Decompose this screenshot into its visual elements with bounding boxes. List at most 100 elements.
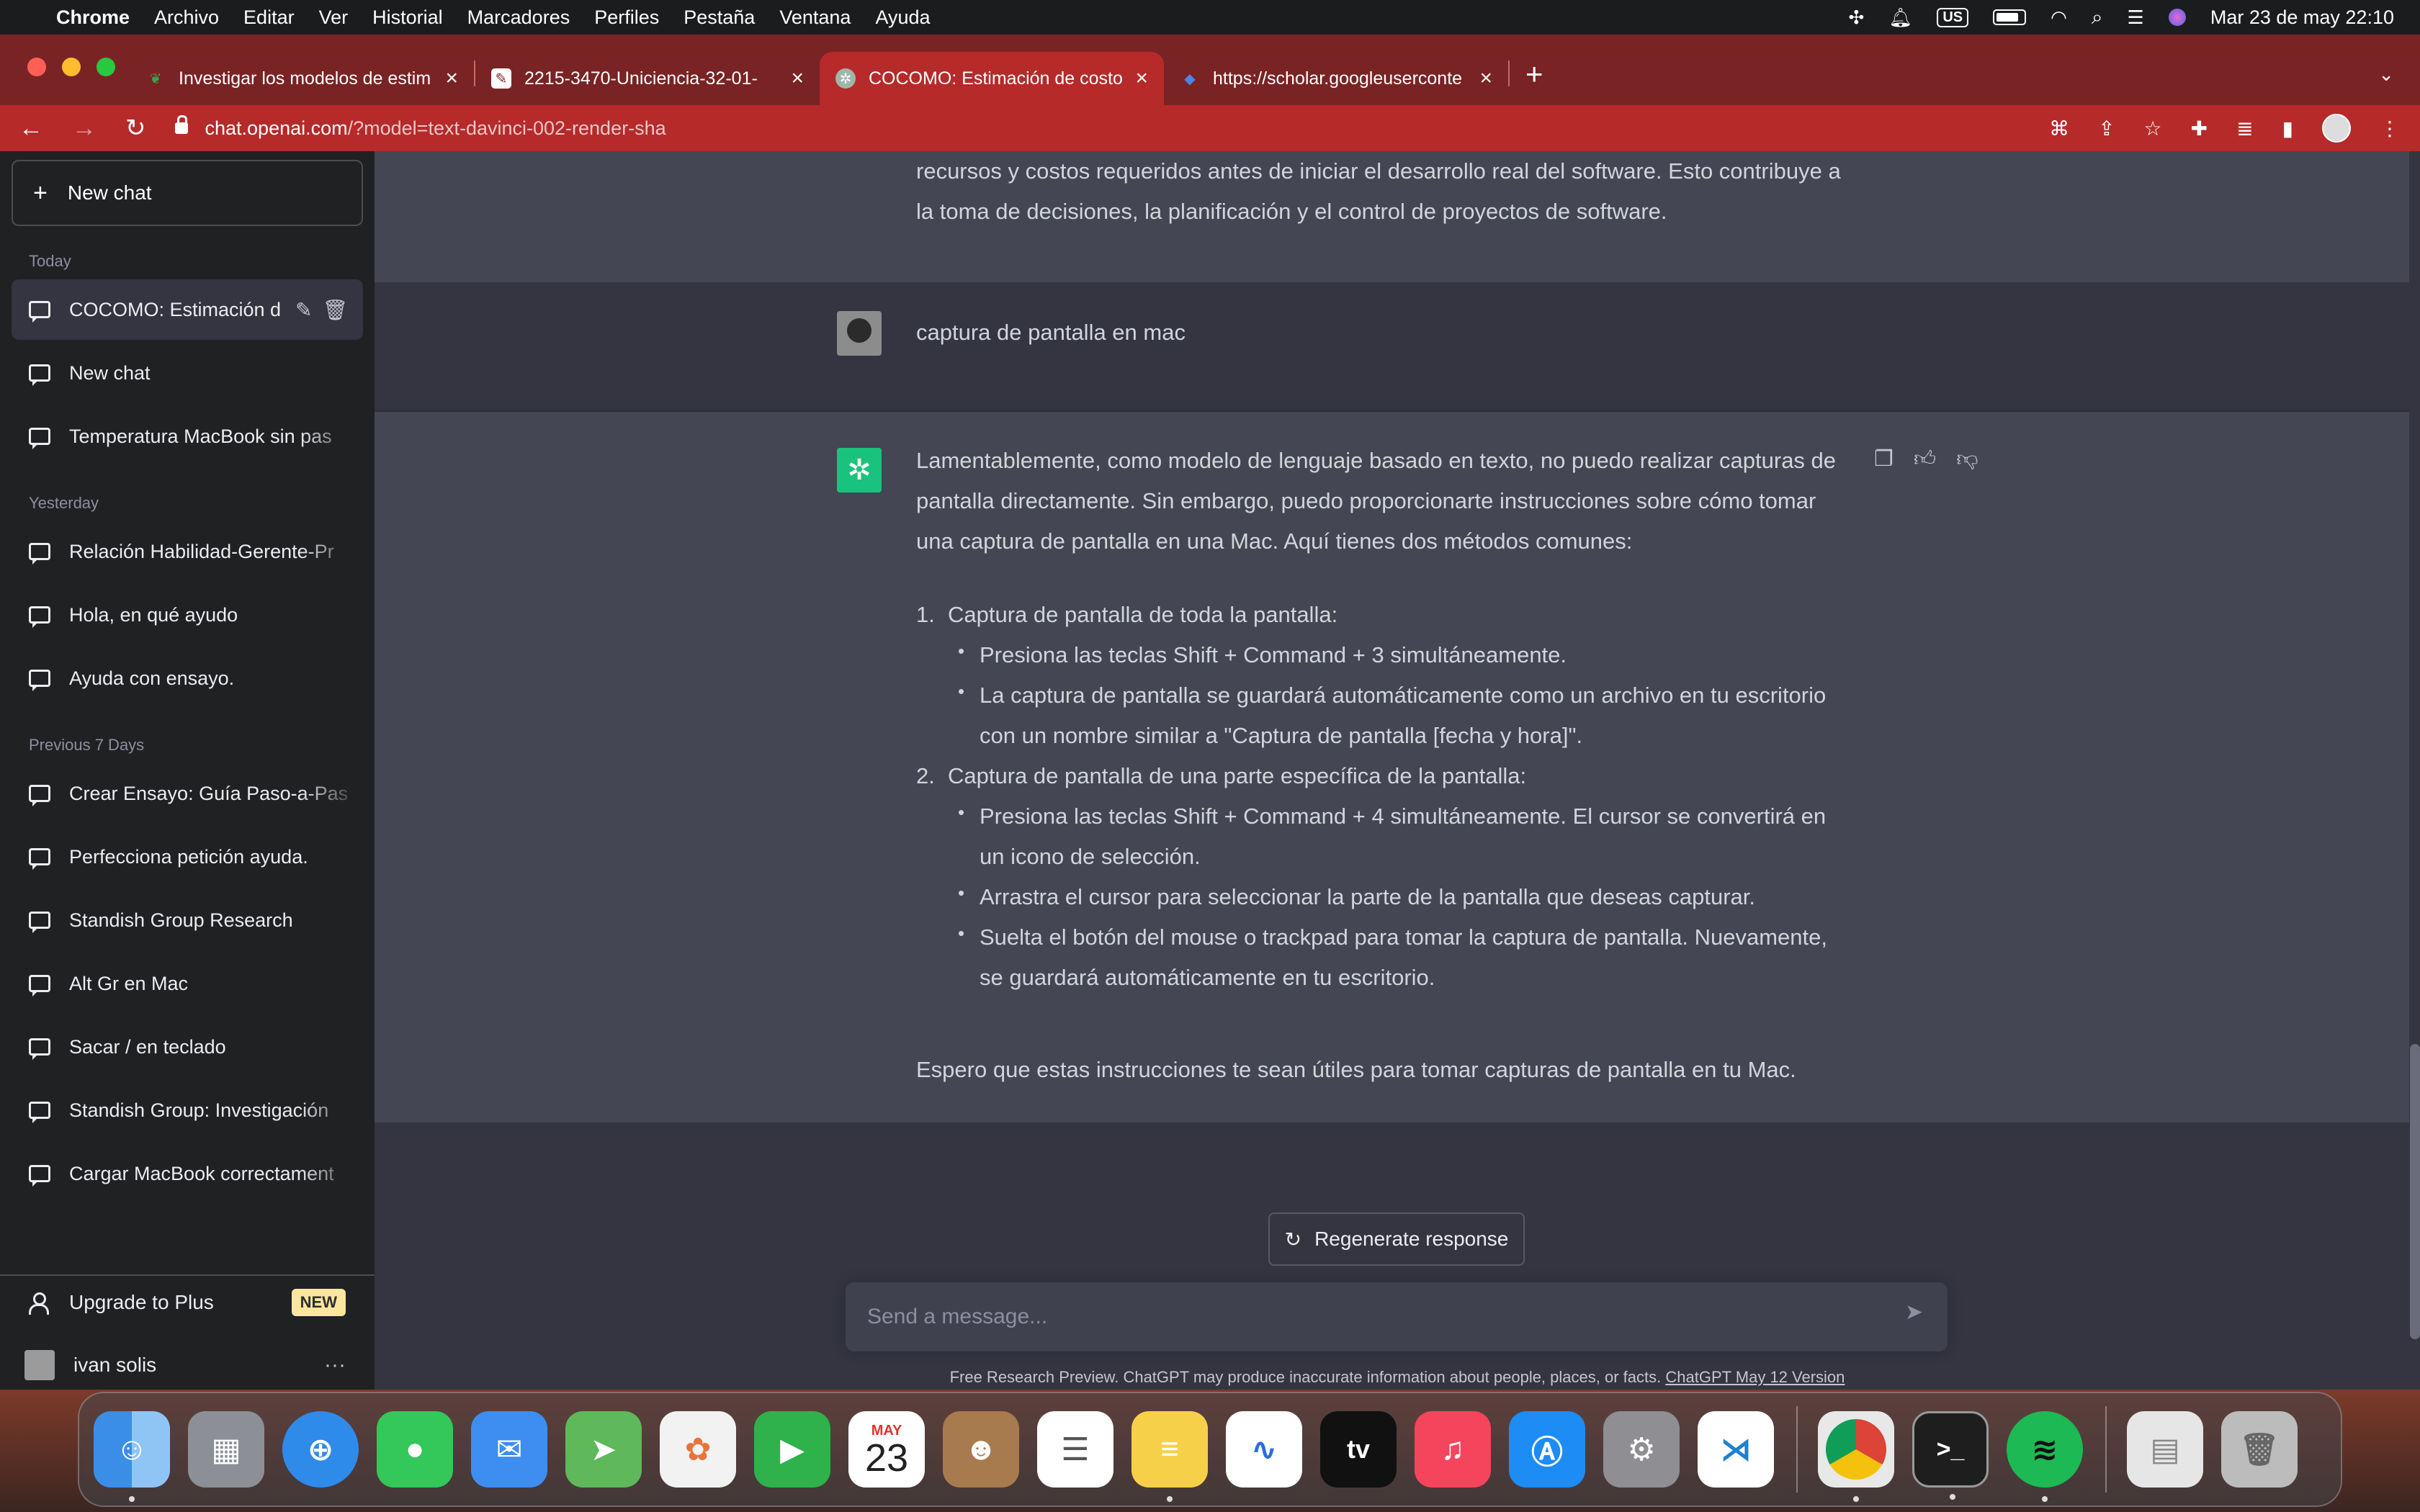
new-chat-button[interactable]: + New chat [12, 160, 363, 226]
menu-ayuda[interactable]: Ayuda [875, 6, 930, 29]
regenerate-response-button[interactable]: ↻ Regenerate response [1268, 1212, 1525, 1266]
extensions-puzzle-icon[interactable]: ✚ [2191, 117, 2208, 140]
thumbs-up-icon[interactable]: 👍︎ [1914, 446, 1936, 472]
version-link[interactable]: ChatGPT May 12 Version [1665, 1368, 1845, 1386]
trash-icon[interactable]: 🗑︎ [2221, 1411, 2298, 1488]
messages-icon[interactable]: ● [377, 1411, 453, 1488]
extension-status-icon[interactable]: ✣ [1849, 6, 1865, 29]
documents-icon[interactable]: ▤ [2127, 1411, 2203, 1488]
conversation-item[interactable]: Ayuda con ensayo. [12, 648, 363, 708]
browser-tab-active[interactable]: ✲ COCOMO: Estimación de costo × [820, 52, 1164, 105]
conversation-item[interactable]: Standish Group: Investigación [12, 1080, 363, 1140]
address-bar[interactable]: chat.openai.com/?model=text-davinci-002-… [174, 115, 666, 140]
freeform-icon[interactable]: ∿ [1226, 1411, 1302, 1488]
conversation-item[interactable]: Relación Habilidad-Gerente-Pr [12, 521, 363, 582]
share-icon[interactable]: ⇪ [2098, 117, 2115, 140]
tab-search-chevron-icon[interactable]: ⌄ [2378, 63, 2394, 86]
conversation-item[interactable]: Hola, en qué ayudo [12, 585, 363, 645]
bookmark-star-icon[interactable]: ☆ [2144, 117, 2162, 140]
conversation-item[interactable]: Alt Gr en Mac [12, 953, 363, 1014]
mail-icon[interactable]: ✉ [471, 1411, 547, 1488]
menu-ventana[interactable]: Ventana [779, 6, 851, 29]
menu-editar[interactable]: Editar [243, 6, 295, 29]
translate-icon[interactable]: ⌘ [2049, 117, 2069, 140]
maps-icon[interactable]: ➤ [565, 1411, 642, 1488]
conversation-item[interactable]: Standish Group Research [12, 890, 363, 950]
conversation-item[interactable]: New chat [12, 343, 363, 403]
launchpad-icon[interactable]: ▦ [188, 1411, 264, 1488]
conversation-item[interactable]: Crear Ensayo: Guía Paso-a-Pas [12, 763, 363, 824]
scrollbar-thumb[interactable] [2410, 1044, 2420, 1339]
facetime-icon[interactable]: ▶ [754, 1411, 830, 1488]
photos-icon[interactable]: ✿ [660, 1411, 736, 1488]
send-paper-plane-icon[interactable]: ➤ [1905, 1300, 1923, 1325]
control-center-icon[interactable]: ☰ [2128, 6, 2144, 29]
calendar-icon[interactable]: MAY 23 [848, 1411, 925, 1488]
copy-clipboard-icon[interactable]: ❐ [1874, 446, 1894, 472]
terminal-icon[interactable]: >_ [1912, 1411, 1989, 1500]
menu-historial[interactable]: Historial [372, 6, 443, 29]
notification-status-icon[interactable]: 🔔︎ [1888, 6, 1912, 29]
message-input[interactable] [867, 1297, 1861, 1337]
notes-icon[interactable]: ≡ [1131, 1411, 1208, 1502]
upgrade-to-plus-button[interactable]: Upgrade to Plus NEW [29, 1289, 346, 1316]
battery-icon[interactable] [1993, 9, 2027, 25]
step-number: 2. [916, 763, 935, 788]
close-tab-icon[interactable]: × [1135, 66, 1148, 91]
browser-tab[interactable]: ❦ Investigar los modelos de estim × [130, 52, 474, 105]
finder-icon[interactable]: ☺ [94, 1411, 170, 1502]
conversation-item[interactable]: Sacar / en teclado [12, 1017, 363, 1077]
zoom-window-button[interactable] [97, 58, 115, 76]
contacts-icon[interactable]: ☻ [943, 1411, 1019, 1488]
profile-avatar[interactable] [2322, 114, 2351, 143]
thumbs-down-icon[interactable]: 👎︎ [1956, 446, 1978, 472]
more-options-icon[interactable]: ··· [324, 1353, 346, 1377]
back-arrow-icon[interactable]: ← [19, 114, 43, 143]
menu-perfiles[interactable]: Perfiles [594, 6, 659, 29]
user-icon [29, 1292, 49, 1315]
close-tab-icon[interactable]: × [791, 66, 804, 91]
close-tab-icon[interactable]: × [445, 66, 458, 91]
vscode-icon[interactable]: ⋊ [1698, 1411, 1774, 1488]
title-fade-overlay [298, 763, 363, 824]
menu-ver[interactable]: Ver [319, 6, 349, 29]
chrome-icon[interactable] [1818, 1411, 1894, 1502]
menubar-clock[interactable]: Mar 23 de may 22:10 [2210, 6, 2394, 29]
disclaimer-text: Free Research Preview. ChatGPT may produ… [949, 1368, 1662, 1386]
user-menu[interactable]: ivan solis ··· [24, 1350, 346, 1380]
close-tab-icon[interactable]: × [1479, 66, 1492, 91]
browser-tab[interactable]: ✎ 2215-3470-Uniciencia-32-01- × [475, 52, 820, 105]
conversation-item[interactable]: Temperatura MacBook sin pas [12, 406, 363, 467]
media-queue-icon[interactable]: ≣ [2236, 117, 2253, 140]
edit-pencil-icon[interactable]: ✎ [295, 298, 312, 322]
menu-app-name[interactable]: Chrome [56, 6, 130, 29]
forward-arrow-icon[interactable]: → [72, 114, 97, 143]
settings-icon[interactable]: ⚙ [1603, 1411, 1680, 1488]
menu-pestana[interactable]: Pestaña [684, 6, 755, 29]
conversation-item-active[interactable]: COCOMO: Estimación d ✎ 🗑︎ [12, 279, 363, 340]
menu-archivo[interactable]: Archivo [154, 6, 219, 29]
appletv-icon[interactable]: tv [1320, 1411, 1397, 1488]
reminders-icon[interactable]: ☰ [1037, 1411, 1113, 1488]
browser-tab[interactable]: ◆ https://scholar.googleuserconte × [1164, 52, 1508, 105]
music-icon[interactable]: ♫ [1415, 1411, 1491, 1488]
minimize-window-button[interactable] [62, 58, 81, 76]
new-tab-button[interactable]: + [1525, 57, 1543, 91]
close-window-button[interactable] [27, 58, 46, 76]
wifi-icon[interactable]: ◠ [2051, 6, 2067, 29]
spotlight-search-icon[interactable]: ⌕ [2092, 6, 2103, 30]
input-source-badge[interactable]: US [1937, 7, 1969, 27]
appstore-icon[interactable]: Ⓐ [1509, 1411, 1585, 1488]
reload-icon[interactable]: ↻ [125, 114, 146, 143]
spotify-icon[interactable]: ≋ [2007, 1411, 2083, 1502]
message-composer: ➤ [846, 1282, 1948, 1351]
lock-icon[interactable] [174, 115, 188, 134]
menu-marcadores[interactable]: Marcadores [467, 6, 570, 29]
conversation-item[interactable]: Perfecciona petición ayuda. [12, 827, 363, 887]
side-panel-icon[interactable]: ▮ [2282, 117, 2293, 140]
delete-trash-icon[interactable]: 🗑︎ [322, 298, 348, 322]
chrome-menu-kebab-icon[interactable]: ⋮ [2380, 117, 2400, 140]
conversation-item[interactable]: Cargar MacBook correctament [12, 1143, 363, 1204]
siri-icon[interactable] [2168, 9, 2186, 26]
safari-icon[interactable]: ⊕ [282, 1411, 359, 1488]
